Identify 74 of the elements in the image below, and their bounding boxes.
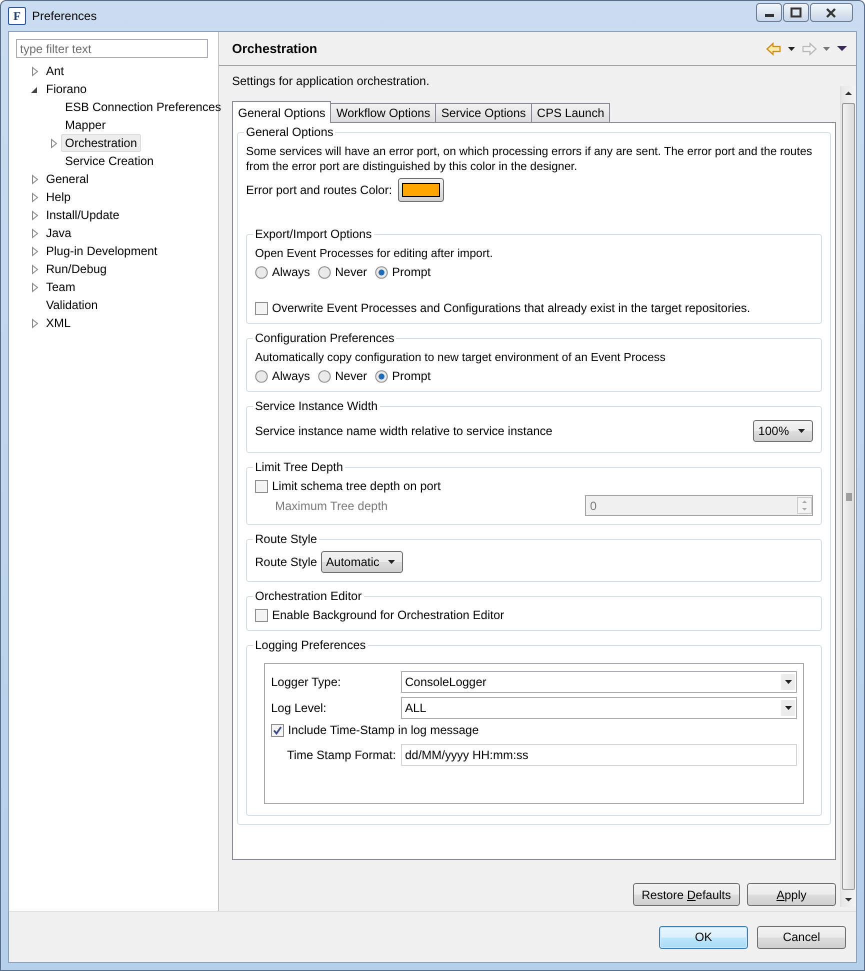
cancel-button[interactable]: Cancel bbox=[757, 926, 846, 948]
caret-icon bbox=[797, 428, 806, 434]
group-title: Limit Tree Depth bbox=[254, 460, 344, 474]
tree-item[interactable]: Java bbox=[42, 224, 76, 242]
radio-button[interactable]: Always bbox=[255, 369, 310, 383]
description-text: Some services will have an error port, on which processing errors if any are sent. The error port and the routes from the error port are distinguished by this color in the designer. bbox=[246, 144, 814, 174]
tree-item[interactable]: Team bbox=[42, 278, 80, 296]
radio-button[interactable]: Never bbox=[318, 369, 368, 383]
checkbox[interactable]: Include Time-Stamp in log message bbox=[271, 723, 479, 737]
field-label: Service instance name width relative to service instance bbox=[255, 424, 552, 438]
grip-icon bbox=[844, 492, 852, 500]
description-text: Automatically copy configuration to new target environment of an Event Process bbox=[255, 350, 667, 365]
window-title: Preferences bbox=[32, 9, 98, 23]
group-title: Orchestration Editor bbox=[254, 589, 363, 603]
close-button[interactable] bbox=[810, 2, 853, 22]
view-menu-icon[interactable] bbox=[836, 45, 848, 52]
caret-icon bbox=[387, 559, 396, 565]
tree-item[interactable]: Plug-in Development bbox=[42, 242, 162, 260]
dropdown-button[interactable]: Automatic bbox=[321, 551, 404, 573]
caret-icon bbox=[784, 705, 792, 711]
field-label: Error port and routes Color: bbox=[246, 183, 392, 197]
radio-button[interactable]: Never bbox=[318, 265, 368, 279]
tab[interactable]: General Options bbox=[232, 101, 332, 123]
tree-item[interactable]: Run/Debug bbox=[42, 260, 111, 278]
field-label: Time Stamp Format: bbox=[286, 748, 397, 762]
tree-item[interactable]: Orchestration bbox=[61, 134, 142, 152]
apply-button[interactable]: Apply bbox=[747, 883, 836, 906]
filter-field[interactable]: type filter text bbox=[16, 39, 208, 58]
restore-defaults-button[interactable]: Restore Defaults bbox=[632, 883, 740, 906]
tree-item[interactable]: Ant bbox=[42, 62, 68, 80]
page-title: Orchestration bbox=[232, 41, 318, 56]
field-label: Route Style bbox=[255, 555, 318, 569]
group-title: Configuration Preferences bbox=[254, 331, 396, 345]
tree-item[interactable]: Validation bbox=[42, 296, 102, 314]
combo-box[interactable]: ALL bbox=[401, 697, 797, 719]
radio-button[interactable]: Prompt bbox=[375, 265, 431, 279]
checkbox[interactable]: Limit schema tree depth on port bbox=[255, 479, 441, 493]
field-label: Maximum Tree depth bbox=[275, 498, 388, 512]
group-title: Logging Preferences bbox=[254, 638, 367, 652]
caret-icon bbox=[784, 679, 792, 685]
minimize-button[interactable] bbox=[756, 2, 782, 22]
dropdown-button[interactable]: 100% bbox=[753, 420, 813, 442]
field-label: Logger Type: bbox=[271, 675, 342, 689]
color-button[interactable] bbox=[398, 178, 444, 202]
text-field[interactable]: dd/MM/yyyy HH:mm:ss bbox=[401, 744, 797, 766]
maximize-button[interactable] bbox=[783, 2, 809, 22]
group-title: Route Style bbox=[254, 532, 318, 546]
group-title: Export/Import Options bbox=[254, 227, 373, 241]
tree-item[interactable]: Fiorano bbox=[42, 80, 91, 98]
description-text: Open Event Processes for editing after import. bbox=[255, 246, 494, 261]
combo-box[interactable]: ConsoleLogger bbox=[401, 671, 797, 693]
group-title: General Options bbox=[245, 125, 334, 139]
tree-item[interactable]: ESB Connection Preferences bbox=[61, 98, 226, 116]
tab[interactable]: Workflow Options bbox=[330, 103, 436, 122]
tree-item[interactable]: Install/Update bbox=[42, 206, 124, 224]
radio-button[interactable]: Always bbox=[255, 265, 310, 279]
vertical-scrollbar[interactable] bbox=[840, 86, 856, 907]
checkbox[interactable]: Enable Background for Orchestration Editor bbox=[255, 608, 504, 622]
app-icon: F bbox=[8, 7, 26, 25]
tree-item[interactable]: Help bbox=[42, 188, 75, 206]
tree-item[interactable]: XML bbox=[42, 314, 75, 332]
tree-item[interactable]: Mapper bbox=[61, 116, 110, 134]
field-label: Log Level: bbox=[271, 701, 328, 715]
tab[interactable]: Service Options bbox=[435, 103, 532, 122]
caret-icon[interactable] bbox=[787, 46, 796, 52]
ok-button[interactable]: OK bbox=[659, 926, 748, 948]
back-arrow-icon[interactable] bbox=[766, 42, 782, 56]
tab[interactable]: CPS Launch bbox=[530, 103, 610, 122]
checkbox[interactable]: Overwrite Event Processes and Configurations that already exist in the target repositories. bbox=[255, 301, 750, 315]
tree-item[interactable]: General bbox=[42, 170, 93, 188]
group-title: Service Instance Width bbox=[254, 399, 379, 413]
page-description: Settings for application orchestration. bbox=[232, 74, 430, 88]
tree-item[interactable]: Service Creation bbox=[61, 152, 158, 170]
radio-button[interactable]: Prompt bbox=[375, 369, 431, 383]
